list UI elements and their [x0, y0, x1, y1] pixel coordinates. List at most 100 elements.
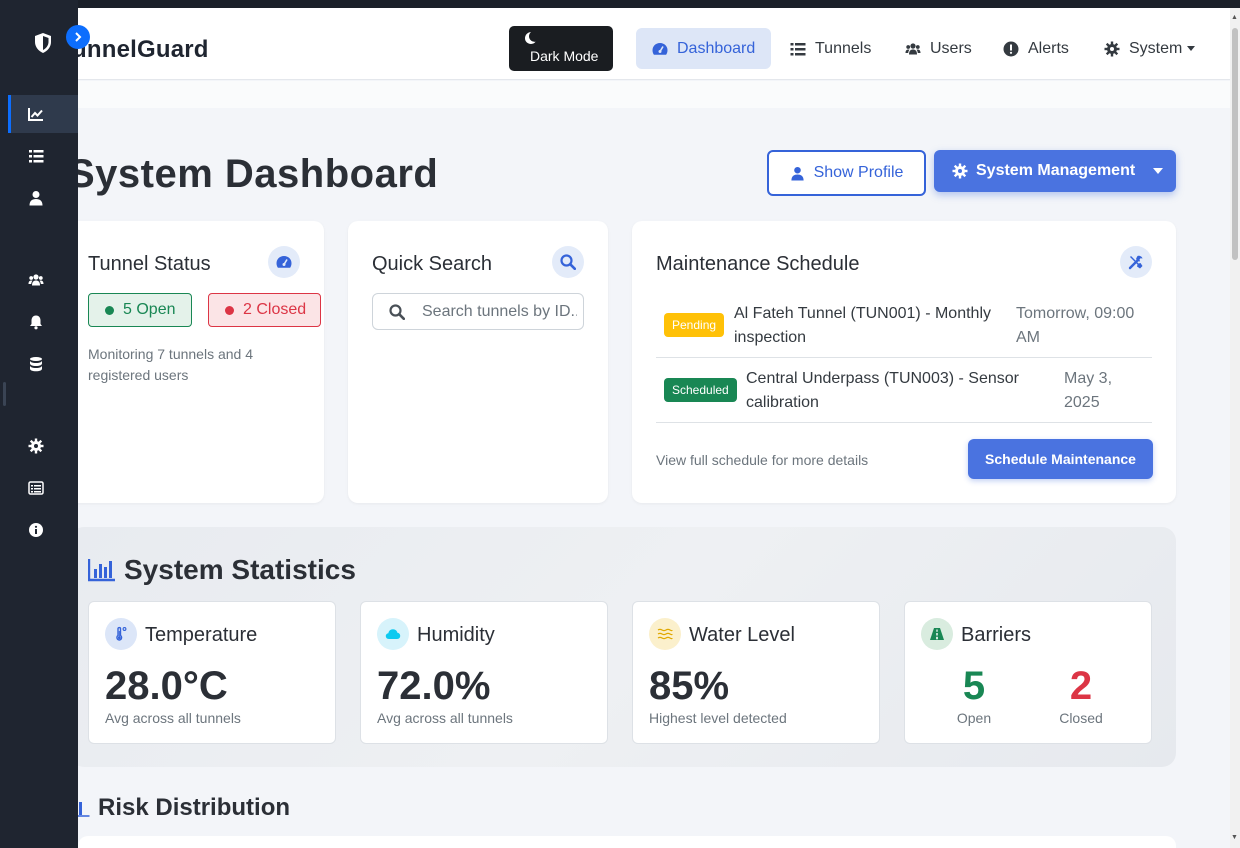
page-title: System Dashboard [78, 152, 439, 196]
water-level-card: Water Level 85% Highest level detected [632, 601, 880, 744]
open-tunnels-badge[interactable]: 5 Open [88, 293, 192, 327]
sidebar-item-logs[interactable] [8, 469, 78, 507]
tunnel-status-icon-badge [268, 246, 300, 278]
tunnel-search-field[interactable] [372, 293, 584, 330]
scrollbar-thumb[interactable] [1232, 28, 1238, 260]
brand-name[interactable]: unnelGuard [78, 36, 209, 64]
schedule-maintenance-button[interactable]: Schedule Maintenance [968, 439, 1153, 479]
page-scrollbar[interactable]: ▲ ▼ [1230, 8, 1240, 848]
user-icon [29, 191, 43, 206]
user-icon [790, 166, 804, 181]
users-icon [905, 42, 921, 54]
browser-top-strip [0, 0, 1240, 8]
scroll-down-icon[interactable]: ▼ [1231, 834, 1238, 841]
scheduled-badge: Scheduled [664, 378, 737, 402]
scroll-up-icon[interactable]: ▲ [1231, 14, 1238, 21]
caret-down-icon [1187, 46, 1196, 51]
nav-alerts[interactable]: Alerts [1003, 28, 1069, 69]
tunnel-search-input[interactable] [422, 302, 577, 321]
temperature-label: Temperature [145, 624, 258, 646]
risk-distribution-card [78, 836, 1176, 848]
top-navbar: unnelGuard Dark Mode Dashboard Tunnels U… [78, 8, 1230, 80]
risk-distribution-title: Risk Distribution [98, 794, 291, 821]
main-content: unnelGuard Dark Mode Dashboard Tunnels U… [78, 8, 1230, 848]
temperature-sub: Avg across all tunnels [105, 710, 241, 726]
sidebar-item-tunnels[interactable] [8, 137, 78, 175]
nav-tunnels-label: Tunnels [815, 39, 872, 57]
show-profile-button[interactable]: Show Profile [767, 150, 926, 196]
chart-line-icon [28, 108, 43, 121]
nav-system-dropdown[interactable]: System [1104, 28, 1196, 69]
nav-system-label: System [1129, 39, 1183, 57]
sidebar-item-dashboard[interactable] [8, 95, 78, 133]
sidebar-item-profile[interactable] [8, 179, 78, 217]
nav-tunnels[interactable]: Tunnels [790, 28, 871, 69]
users-icon [28, 274, 44, 286]
temperature-icon-badge [105, 618, 137, 650]
temperature-card: Temperature 28.0°C Avg across all tunnel… [88, 601, 336, 744]
barriers-label: Barriers [961, 624, 1032, 646]
gauge-icon [652, 42, 668, 55]
maintenance-item[interactable]: Pending Al Fateh Tunnel (TUN001) - Month… [656, 292, 1152, 358]
list-icon [790, 42, 806, 55]
gear-icon [28, 438, 44, 454]
humidity-card: Humidity 72.0% Avg across all tunnels [360, 601, 608, 744]
system-management-dropdown[interactable]: System Management [934, 150, 1176, 192]
sub-header-bar [78, 81, 1230, 108]
system-statistics-title: System Statistics [124, 554, 356, 585]
dark-mode-label: Dark Mode [530, 48, 599, 64]
closed-tunnels-badge[interactable]: 2 Closed [208, 293, 321, 327]
nav-dashboard[interactable]: Dashboard [636, 28, 772, 69]
barriers-open-label: Open [956, 710, 992, 726]
water-level-sub: Highest level detected [649, 710, 787, 726]
dark-mode-toggle[interactable]: Dark Mode [509, 26, 613, 71]
barriers-icon-badge [921, 618, 953, 650]
maintenance-item-time: Tomorrow, 09:00 AM [1016, 305, 1135, 346]
quick-search-title: Quick Search [372, 253, 493, 275]
open-tunnels-label: 5 Open [123, 301, 176, 318]
maintenance-item-text: Central Underpass (TUN003) - Sensor cali… [746, 370, 1019, 411]
search-icon [560, 254, 576, 270]
shield-icon [35, 33, 51, 53]
sidebar-item-about[interactable] [8, 511, 78, 549]
maintenance-item-time: May 3, 2025 [1064, 370, 1113, 411]
system-statistics-heading: System Statistics [88, 554, 356, 586]
monitoring-text: Monitoring 7 tunnels and 4 registered us… [88, 346, 253, 383]
nav-users-label: Users [930, 39, 972, 57]
road-icon [930, 628, 944, 640]
sidebar-item-users[interactable] [8, 261, 78, 299]
database-icon [30, 357, 42, 372]
exclamation-circle-icon [1003, 41, 1019, 56]
moon-icon [525, 32, 536, 44]
tools-icon [1128, 255, 1143, 270]
sidebar-toggle-button[interactable] [66, 25, 90, 49]
barriers-card: Barriers 5 Open 2 Closed [904, 601, 1152, 744]
chart-bar-icon [88, 559, 115, 582]
nav-alerts-label: Alerts [1028, 39, 1069, 57]
humidity-label: Humidity [417, 624, 495, 646]
gear-icon [952, 163, 968, 179]
gauge-icon [276, 256, 292, 268]
nav-dashboard-label: Dashboard [677, 39, 756, 57]
open-dot [105, 305, 114, 315]
chevron-right-icon [75, 32, 82, 42]
barriers-closed-label: Closed [1059, 710, 1103, 726]
pending-badge: Pending [664, 313, 725, 337]
humidity-icon-badge [377, 618, 409, 650]
table-list-icon [28, 481, 44, 495]
sidebar-item-alerts[interactable] [8, 303, 78, 341]
nav-users[interactable]: Users [905, 28, 972, 69]
sidebar-item-settings[interactable] [8, 427, 78, 465]
maintenance-icon-badge [1120, 246, 1152, 278]
water-icon [657, 628, 673, 640]
maintenance-item[interactable]: Scheduled Central Underpass (TUN003) - S… [656, 358, 1152, 423]
temperature-value: 28.0°C [105, 664, 228, 708]
humidity-sub: Avg across all tunnels [377, 710, 513, 726]
tunnel-status-title: Tunnel Status [88, 253, 211, 275]
sidebar-item-database[interactable] [8, 345, 78, 383]
water-level-value: 85% [649, 664, 730, 708]
quick-search-icon-badge [552, 246, 584, 278]
sidebar-resize-handle[interactable] [3, 382, 6, 406]
info-circle-icon [29, 523, 43, 537]
chart-bar-icon [78, 802, 90, 817]
